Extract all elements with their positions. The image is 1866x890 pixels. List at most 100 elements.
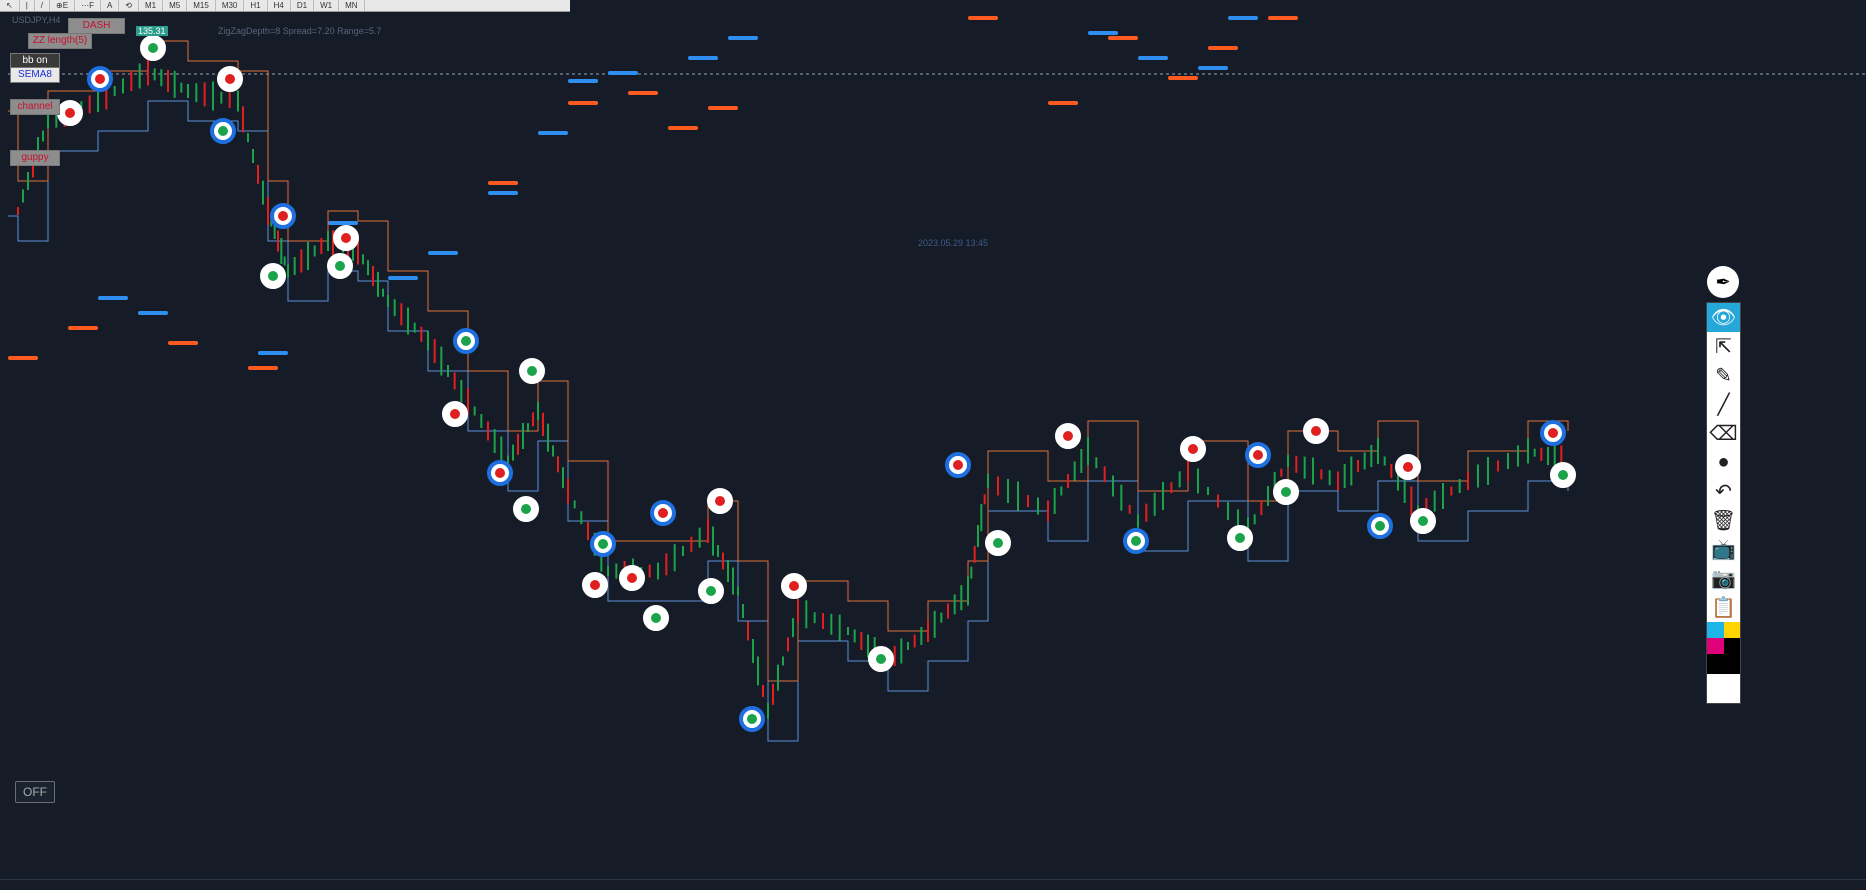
off-button[interactable]: OFF (15, 781, 55, 803)
guppy-button[interactable]: guppy (10, 150, 60, 166)
level-segment (568, 79, 598, 83)
level-segment (68, 326, 98, 330)
cursor-icon[interactable]: ⇱ (1707, 332, 1740, 361)
level-segment (688, 56, 718, 60)
target-marker-dot (1063, 431, 1073, 441)
candles (17, 56, 1563, 719)
target-marker-dot (450, 409, 460, 419)
timeframe-h1[interactable]: H1 (244, 0, 268, 11)
tv-icon[interactable]: 📺 (1707, 535, 1740, 564)
target-marker-dot (335, 261, 345, 271)
target-marker-dot (789, 581, 799, 591)
timeframe-mn[interactable]: MN (339, 0, 365, 11)
trash-icon[interactable]: 🗑 (1707, 506, 1740, 535)
target-marker-dot (876, 654, 886, 664)
level-segment (428, 251, 458, 255)
level-segment (568, 101, 598, 105)
level-segment (248, 366, 278, 370)
timeframe-m15[interactable]: M15 (187, 0, 216, 11)
timeframe-w1[interactable]: W1 (314, 0, 340, 11)
pen-nib-icon[interactable]: ✒ (1707, 266, 1739, 298)
timeframe-m5[interactable]: M5 (163, 0, 188, 11)
timeframe-h4[interactable]: H4 (268, 0, 291, 11)
palette-magenta[interactable] (1707, 638, 1724, 654)
palette-cyan[interactable] (1707, 622, 1724, 638)
fibo-tool-icon[interactable]: ⋯F (75, 0, 101, 11)
level-segment (708, 106, 738, 110)
undo-icon[interactable]: ↶ (1707, 477, 1740, 506)
target-marker-dot (65, 108, 75, 118)
sema8-button[interactable]: SEMA8 (10, 67, 60, 83)
timeframe-m1[interactable]: M1 (139, 0, 164, 11)
target-marker-dot (225, 74, 235, 84)
target-marker-dot (993, 538, 1003, 548)
eye-icon[interactable]: 👁 (1707, 303, 1740, 332)
target-marker-dot (658, 508, 668, 518)
eraser-icon[interactable]: ⌫ (1707, 419, 1740, 448)
palette-black[interactable] (1723, 638, 1740, 654)
price-chart[interactable]: USDJPY,H4 ZigZagDepth=8 Spread=7.20 Rang… (8, 11, 1866, 879)
target-marker-dot (148, 43, 158, 53)
target-marker-dot (268, 271, 278, 281)
target-marker-dot (598, 539, 608, 549)
text-tool-icon[interactable]: A (101, 0, 120, 11)
level-segment (8, 356, 38, 360)
target-marker-dot (706, 586, 716, 596)
level-segment (138, 311, 168, 315)
color-palette[interactable] (1707, 622, 1740, 654)
target-marker-dot (461, 336, 471, 346)
trendline-tool-icon[interactable]: / (35, 0, 51, 11)
level-segment (1268, 16, 1298, 20)
cursor-tool-icon[interactable]: ↖ (0, 0, 20, 11)
level-segment (168, 341, 198, 345)
level-segment (968, 16, 998, 20)
vline-tool-icon[interactable]: | (20, 0, 35, 11)
target-marker-dot (1418, 516, 1428, 526)
level-segment (258, 351, 288, 355)
camera-icon[interactable]: 📷 (1707, 564, 1740, 593)
level-segment (1168, 76, 1198, 80)
target-marker-dot (1235, 533, 1245, 543)
target-marker-dot (1548, 428, 1558, 438)
line-icon[interactable]: ╱ (1707, 390, 1740, 419)
level-segment (628, 91, 658, 95)
target-marker-dot (1188, 444, 1198, 454)
timeframe-d1[interactable]: D1 (291, 0, 315, 11)
level-segment (1108, 36, 1138, 40)
target-marker-dot (341, 233, 351, 243)
price-badge: 135.31 (136, 26, 168, 36)
palette-black-block[interactable] (1707, 654, 1740, 674)
timeframe-m30[interactable]: M30 (216, 0, 245, 11)
level-segment (488, 181, 518, 185)
arrow-tool-icon[interactable]: ⟲ (119, 0, 139, 11)
zz-length-button[interactable]: ZZ length(5) (28, 33, 92, 49)
target-marker-dot (495, 468, 505, 478)
target-marker-dot (1375, 521, 1385, 531)
level-segment (328, 221, 358, 225)
chart-drawing[interactable] (8, 11, 1866, 879)
target-marker-dot (715, 496, 725, 506)
level-segment (1048, 101, 1078, 105)
level-segment (98, 296, 128, 300)
step-channel (8, 40, 1569, 742)
dot-icon[interactable]: ● (1707, 448, 1740, 477)
level-segment (1138, 56, 1168, 60)
target-marker-dot (590, 580, 600, 590)
target-marker-dot (953, 460, 963, 470)
target-marker-dot (1311, 426, 1321, 436)
target-marker-dot (1558, 470, 1568, 480)
swing-markers (57, 35, 1576, 732)
level-segment (538, 131, 568, 135)
elliott-tool-icon[interactable]: ⊕E (50, 0, 76, 11)
drawing-tools-panel: 👁 ⇱ ✎ ╱ ⌫ ● ↶ 🗑 📺 📷 📋 (1706, 302, 1741, 704)
dash-button[interactable]: DASH (68, 18, 125, 34)
timestamp-label: 2023.05.29 13:45 (918, 238, 989, 248)
target-marker-dot (1253, 450, 1263, 460)
palette-yellow[interactable] (1723, 622, 1740, 638)
clipboard-icon[interactable]: 📋 (1707, 593, 1740, 622)
level-segment (608, 71, 638, 75)
target-marker-dot (627, 573, 637, 583)
marker-icon[interactable]: ✎ (1707, 361, 1740, 390)
target-marker-dot (1403, 462, 1413, 472)
channel-button[interactable]: channel (10, 99, 60, 115)
